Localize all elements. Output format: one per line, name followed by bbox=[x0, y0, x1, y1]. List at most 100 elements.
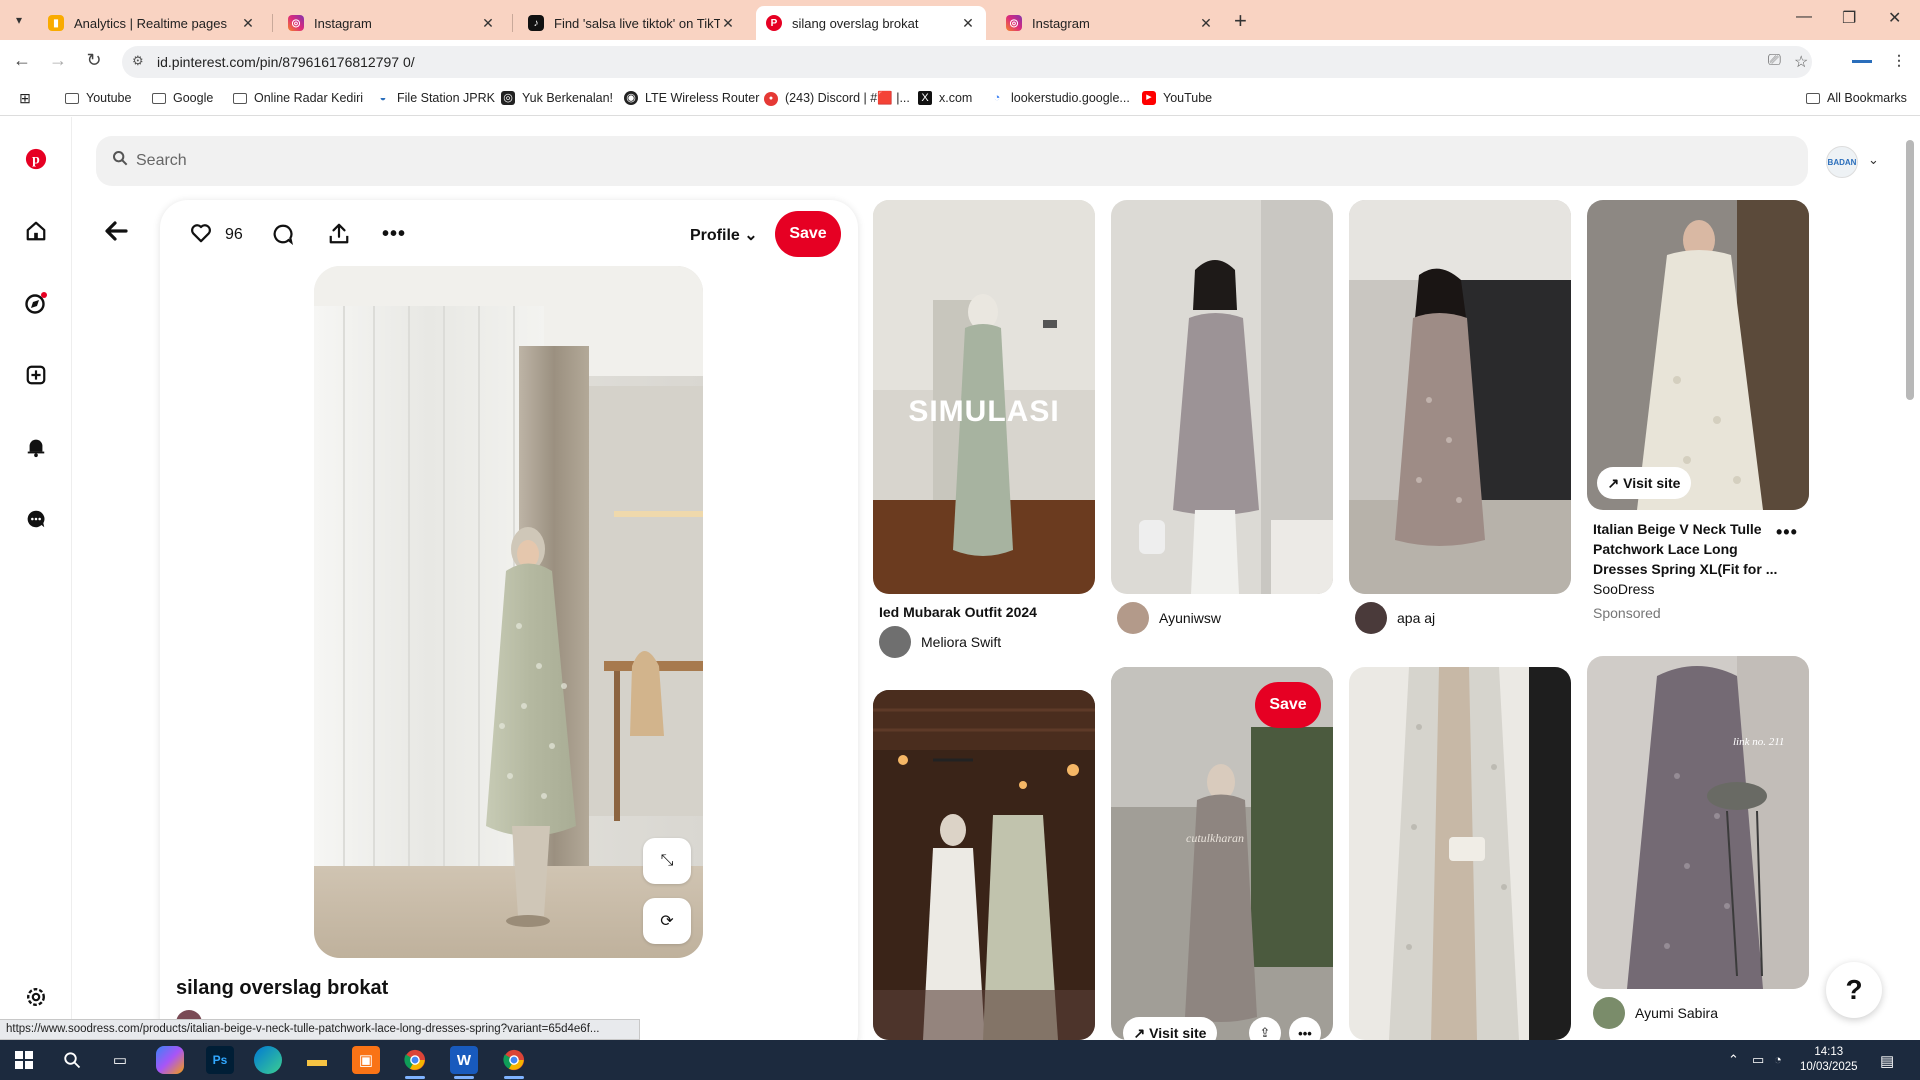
account-chevron-down-icon[interactable]: ⌄ bbox=[1868, 152, 1879, 168]
settings-gear-icon[interactable] bbox=[22, 983, 50, 1011]
pin-tile-dresses-restaurant[interactable] bbox=[873, 690, 1095, 1040]
pin-author[interactable]: Ayuniwsw bbox=[1117, 602, 1221, 634]
forward-arrow-icon[interactable]: → bbox=[46, 50, 70, 71]
url-text[interactable]: id.pinterest.com/pin/879616176812797 0/ bbox=[157, 54, 415, 70]
notifications-bell-icon[interactable] bbox=[22, 433, 50, 461]
close-window-icon[interactable]: ✕ bbox=[1888, 8, 1901, 28]
extension-icon[interactable]: ▬▬ bbox=[1852, 55, 1872, 66]
bookmark-youtube-folder[interactable]: Youtube bbox=[65, 91, 131, 105]
tab-analytics[interactable]: ▮ Analytics | Realtime pages ✕ bbox=[38, 6, 266, 40]
pin-tile-purple-dress[interactable]: link no. 211 bbox=[1587, 656, 1809, 989]
site-info-icon[interactable]: ⚙ bbox=[132, 53, 144, 69]
bookmark-file-station[interactable]: ◒ File Station JPRK bbox=[376, 91, 495, 105]
help-button[interactable]: ? bbox=[1826, 962, 1882, 1018]
tray-chevron-up-icon[interactable]: ⌃ bbox=[1728, 1052, 1739, 1068]
visit-site-button[interactable]: ↗ Visit site bbox=[1597, 467, 1691, 499]
author-avatar bbox=[1117, 602, 1149, 634]
pin-caption[interactable]: Italian Beige V Neck Tulle Patchwork Lac… bbox=[1593, 519, 1778, 579]
tab-strip: ▾ ▮ Analytics | Realtime pages ✕ ◎ Insta… bbox=[0, 0, 1920, 40]
folder-icon bbox=[65, 92, 79, 104]
close-icon[interactable]: ✕ bbox=[960, 15, 976, 32]
tab-pinterest-active[interactable]: P silang overslag brokat ✕ bbox=[756, 6, 986, 40]
edge-icon[interactable] bbox=[254, 1046, 282, 1074]
task-view-icon[interactable]: ▭ bbox=[106, 1046, 134, 1074]
pin-tile-car-dress[interactable] bbox=[1349, 200, 1571, 594]
menu-kebab-icon[interactable]: ⋮ bbox=[1892, 52, 1906, 69]
pinterest-search-bar[interactable]: Search bbox=[96, 136, 1808, 186]
close-icon[interactable]: ✕ bbox=[720, 15, 736, 32]
pin-tile-italian-beige-dress[interactable] bbox=[1587, 200, 1809, 510]
chrome-profile-icon[interactable] bbox=[500, 1046, 528, 1079]
pin-tile-ied-mubarak[interactable]: SIMULASI bbox=[873, 200, 1095, 594]
restore-icon[interactable]: ❐ bbox=[1842, 8, 1856, 28]
author-avatar bbox=[879, 626, 911, 658]
more-options-icon[interactable]: ••• bbox=[382, 223, 406, 246]
copilot-icon[interactable] bbox=[156, 1046, 184, 1074]
file-explorer-icon[interactable]: ▬ bbox=[303, 1046, 331, 1074]
chrome-icon[interactable] bbox=[401, 1046, 429, 1079]
pinterest-logo-icon[interactable]: p bbox=[22, 145, 50, 173]
bookmark-yuk-berkenalan[interactable]: ◎ Yuk Berkenalan! bbox=[501, 91, 613, 105]
bookmark-google-folder[interactable]: Google bbox=[152, 91, 213, 105]
tray-network-icon[interactable]: ◔ bbox=[1774, 1052, 1782, 1067]
tab-search-icon[interactable]: ▾ bbox=[6, 7, 32, 33]
bookmark-label: Yuk Berkenalan! bbox=[522, 91, 614, 105]
tab-instagram-2[interactable]: ◎ Instagram ✕ bbox=[996, 6, 1224, 40]
install-app-icon[interactable]: ⎚ bbox=[1768, 52, 1781, 70]
instagram-icon: ◎ bbox=[501, 91, 515, 105]
pin-tile-lace-top[interactable] bbox=[1111, 200, 1333, 594]
tray-display-icon[interactable]: ▭ bbox=[1752, 1052, 1764, 1068]
close-icon[interactable]: ✕ bbox=[480, 15, 496, 32]
bookmark-online-radar-folder[interactable]: Online Radar Kediri bbox=[233, 91, 363, 105]
close-icon[interactable]: ✕ bbox=[240, 15, 256, 32]
search-icon[interactable] bbox=[58, 1046, 86, 1074]
bookmark-label: lookerstudio.google... bbox=[1011, 91, 1130, 105]
home-icon[interactable] bbox=[22, 217, 50, 245]
explore-compass-icon[interactable] bbox=[22, 289, 50, 317]
address-bar[interactable]: ⚙ id.pinterest.com/pin/879616176812797 0… bbox=[122, 46, 1812, 78]
visual-search-icon[interactable]: ⟳ bbox=[643, 898, 691, 944]
all-bookmarks[interactable]: All Bookmarks bbox=[1806, 91, 1907, 105]
bookmark-discord[interactable]: ● (243) Discord | #🟥 |... bbox=[764, 91, 910, 106]
bookmark-x[interactable]: Xx.com bbox=[918, 91, 972, 105]
word-icon[interactable]: W bbox=[450, 1046, 478, 1079]
profile-avatar[interactable]: BADAN bbox=[1826, 146, 1858, 178]
more-options-icon[interactable]: ••• bbox=[1776, 522, 1798, 543]
new-tab-icon[interactable]: + bbox=[1234, 8, 1247, 34]
page-scrollbar[interactable] bbox=[1906, 140, 1914, 400]
bookmark-lookerstudio[interactable]: ◔ lookerstudio.google... bbox=[990, 91, 1130, 105]
folder-icon bbox=[152, 92, 166, 104]
create-plus-icon[interactable] bbox=[22, 361, 50, 389]
save-button[interactable]: Save bbox=[775, 211, 841, 257]
notifications-icon[interactable]: ▤ bbox=[1880, 1052, 1894, 1070]
pin-author[interactable]: Meliora Swift bbox=[879, 626, 1001, 658]
pin-caption[interactable]: Ied Mubarak Outfit 2024 bbox=[879, 602, 1089, 622]
bookmark-star-icon[interactable]: ☆ bbox=[1794, 52, 1808, 72]
windows-start-icon[interactable] bbox=[10, 1046, 38, 1074]
system-clock[interactable]: 14:13 10/03/2025 bbox=[1800, 1045, 1858, 1075]
pin-tile-long-outer[interactable] bbox=[1349, 667, 1571, 1040]
tab-tiktok[interactable]: ♪ Find 'salsa live tiktok' on TikTok ✕ bbox=[518, 6, 746, 40]
back-arrow-icon[interactable]: ← bbox=[10, 50, 34, 71]
profile-board-dropdown[interactable]: Profile ⌄ bbox=[690, 225, 758, 245]
pin-author[interactable]: Ayumi Sabira bbox=[1593, 997, 1718, 1029]
photoshop-icon[interactable]: Ps bbox=[206, 1046, 234, 1074]
tab-instagram[interactable]: ◎ Instagram ✕ bbox=[278, 6, 506, 40]
tile-save-button[interactable]: Save bbox=[1255, 682, 1321, 728]
bookmark-lte-router[interactable]: ◉ LTE Wireless Router bbox=[624, 91, 759, 105]
messages-icon[interactable] bbox=[22, 505, 50, 533]
share-icon[interactable] bbox=[328, 223, 350, 251]
minimize-icon[interactable]: — bbox=[1796, 8, 1812, 26]
close-icon[interactable]: ✕ bbox=[1198, 15, 1214, 32]
comment-icon[interactable] bbox=[272, 223, 294, 251]
reload-icon[interactable]: ↻ bbox=[82, 50, 106, 71]
apps-grid-icon[interactable]: ⊞ bbox=[18, 91, 39, 105]
back-arrow-icon[interactable] bbox=[104, 218, 128, 249]
expand-icon[interactable]: ⤡ bbox=[643, 838, 691, 884]
bookmark-youtube[interactable]: ▶ YouTube bbox=[1142, 91, 1212, 105]
pin-source[interactable]: SooDress bbox=[1593, 581, 1654, 597]
pin-author[interactable]: apa aj bbox=[1355, 602, 1435, 634]
heart-icon[interactable] bbox=[190, 223, 212, 249]
author-name: Meliora Swift bbox=[921, 634, 1002, 650]
app-orange-icon[interactable]: ▣ bbox=[352, 1046, 380, 1074]
